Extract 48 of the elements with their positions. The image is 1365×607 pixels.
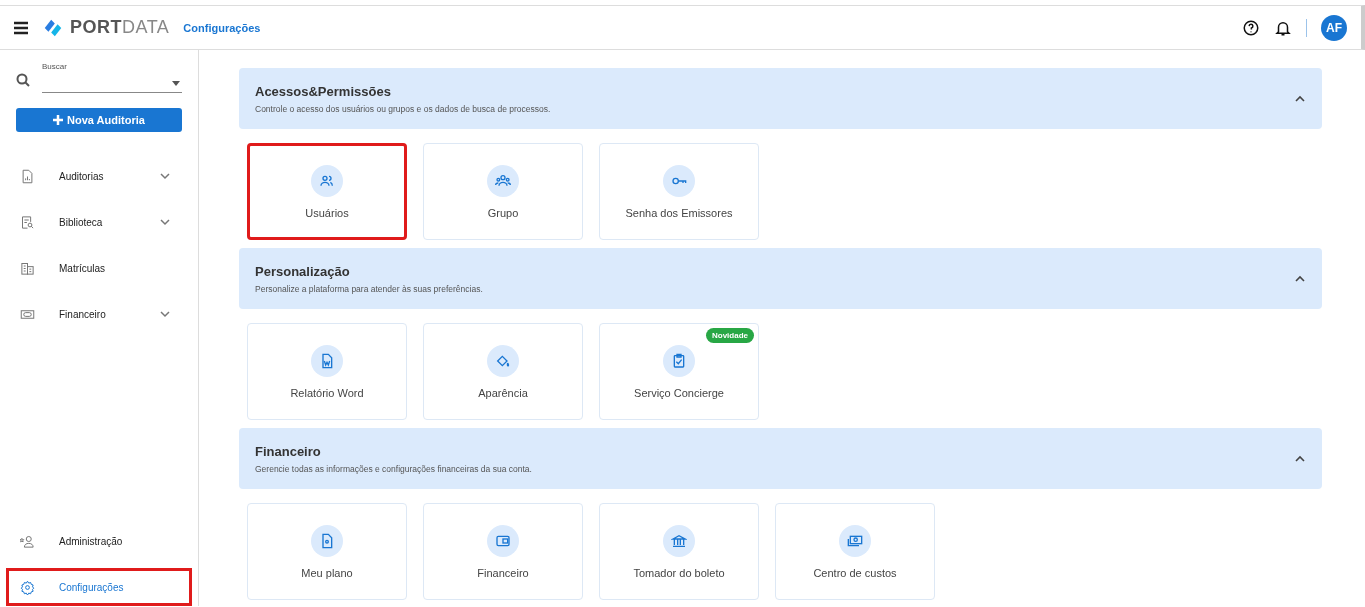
menu-icon[interactable]: [14, 20, 28, 35]
nav-item[interactable]: Configurações: [6, 568, 192, 606]
settings-tile[interactable]: Centro de custos: [775, 503, 935, 600]
logo-text: PORTDATA: [70, 17, 170, 38]
new-audit-button[interactable]: Nova Auditoria: [16, 108, 182, 132]
settings-tile[interactable]: Aparência: [423, 323, 583, 420]
settings-tile[interactable]: Relatório Word: [247, 323, 407, 420]
search-icon: [16, 73, 30, 87]
users-icon: [311, 164, 343, 197]
chevron-down-icon: [160, 171, 170, 181]
page-title: Configurações: [183, 21, 261, 34]
key-icon: [663, 164, 695, 197]
settings-tile[interactable]: Senha dos Emissores: [599, 143, 759, 240]
section-header[interactable]: Financeiro Gerencie todas as informações e configurações financeiras da sua conta.: [239, 428, 1322, 489]
group-icon: [487, 164, 519, 197]
settings-tile[interactable]: Tomador do boleto: [599, 503, 759, 600]
new-badge: Novidade: [706, 328, 754, 343]
money-icon: [839, 524, 871, 557]
dropdown-caret-icon: [172, 81, 180, 86]
search-field[interactable]: Buscar: [42, 62, 182, 93]
chevron-down-icon: [160, 309, 170, 319]
settings-icon: [20, 579, 35, 595]
nav-item[interactable]: Matrículas: [16, 256, 182, 280]
report-icon: [20, 168, 35, 184]
settings-tile[interactable]: Meu plano: [247, 503, 407, 600]
paint-bucket-icon: [487, 344, 519, 377]
user-avatar[interactable]: AF: [1321, 14, 1347, 41]
nav-item[interactable]: Auditorias: [16, 164, 182, 188]
wallet-icon: [487, 524, 519, 557]
bank-icon: [663, 524, 695, 557]
section-header[interactable]: Acessos&Permissões Controle o acesso dos usuários ou grupos e os dados de busca de processos.: [239, 68, 1322, 129]
settings-tile[interactable]: Grupo: [423, 143, 583, 240]
nav-item[interactable]: Biblioteca: [16, 210, 182, 234]
help-icon[interactable]: [1242, 18, 1260, 37]
nav-item[interactable]: Financeiro: [16, 302, 182, 326]
document-search-icon: [20, 214, 35, 230]
word-document-icon: [311, 344, 343, 377]
document-icon: [311, 524, 343, 557]
plus-icon: [53, 115, 64, 125]
settings-tile[interactable]: Usuários: [247, 143, 407, 240]
settings-tile[interactable]: Financeiro: [423, 503, 583, 600]
chevron-down-icon: [160, 217, 170, 227]
settings-tile[interactable]: Novidade Serviço Concierge: [599, 323, 759, 420]
building-icon: [20, 260, 35, 276]
clipboard-check-icon: [663, 344, 695, 377]
nav-item[interactable]: Administração: [6, 522, 192, 560]
user-star-icon: [20, 533, 35, 549]
section-header[interactable]: Personalização Personalize a plataforma para atender às suas preferências.: [239, 248, 1322, 309]
